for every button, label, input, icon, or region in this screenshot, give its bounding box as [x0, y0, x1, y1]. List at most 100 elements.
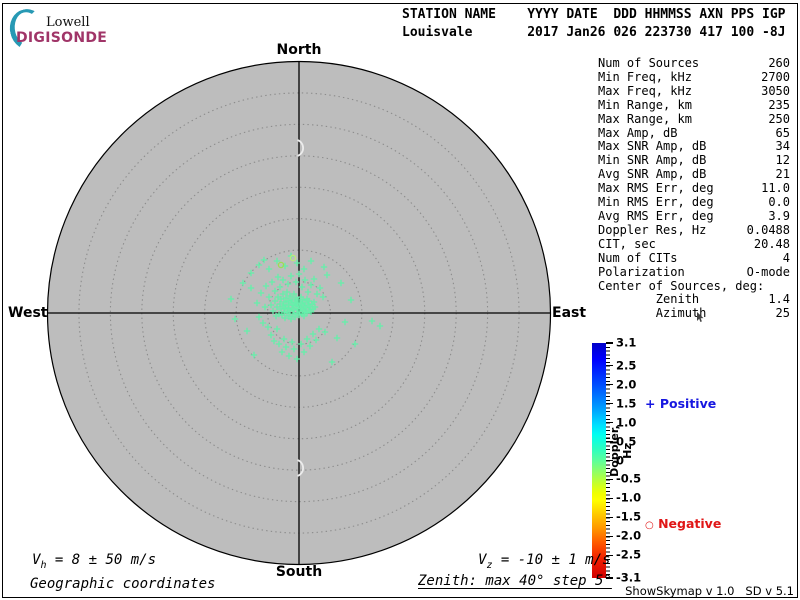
stat-value: 3.9 [768, 208, 790, 223]
stat-label: Polarization [598, 264, 685, 279]
stat-label: Azimuth [598, 306, 707, 321]
stat-label: Max Freq, kHz [598, 83, 692, 98]
stat-value: 12 [775, 153, 790, 168]
colorbar-tick-label: -2.0 [616, 529, 642, 544]
stat-row-18: Azimuth 25 [598, 306, 790, 321]
colorbar-tick [606, 516, 613, 519]
stat-label: Avg SNR Amp, dB [598, 167, 707, 182]
colorbar-gradient [592, 343, 606, 578]
vh-value: = 8 ± 50 m/s [46, 552, 157, 568]
colorbar-axis-title: Doppler, Hz [608, 425, 634, 477]
stat-row-11: Avg RMS Err, deg 3.9 [598, 208, 790, 224]
header-values-row: Louisvale 2017 Jan26 026 223730 417 100 … [402, 25, 786, 40]
colorbar-tick-label: -2.5 [616, 547, 642, 562]
circle-marker-icon: ○ [645, 520, 654, 531]
stat-row-4: Max Range, km 250 [598, 111, 790, 127]
stat-row-15: Polarization O-mode [598, 264, 790, 280]
stat-label: Doppler Res, Hz [598, 222, 707, 237]
stat-value: 0.0488 [746, 222, 790, 237]
stat-label: Num of Sources [598, 56, 700, 70]
colorbar-tick [606, 342, 613, 344]
stat-label: Center of Sources, deg: [598, 278, 765, 293]
stat-label: Min Range, km [598, 97, 692, 112]
stat-label: Zenith [598, 292, 700, 307]
stat-row-16: Center of Sources, deg: [598, 278, 790, 294]
logo-digisonde-text: DIGISONDE [16, 30, 108, 46]
stat-value: 235 [768, 97, 790, 112]
colorbar-tick-label: -1.0 [616, 491, 642, 506]
stat-row-8: Avg SNR Amp, dB 21 [598, 167, 790, 182]
stat-label: Max Range, km [598, 111, 692, 126]
positive-doppler-legend: + Positive [645, 396, 716, 411]
stat-row-6: Max SNR Amp, dB 34 [598, 140, 790, 154]
vertical-velocity-readout: Vz = -10 ± 1 m/s [478, 552, 610, 571]
zenith-scale-note: Zenith: max 40° step 5° [418, 573, 612, 589]
colorbar-tick-label: -3.1 [616, 570, 642, 585]
compass-east-label: East [552, 305, 587, 321]
stat-value: 1.4 [768, 292, 790, 307]
stat-value: 65 [775, 125, 790, 140]
logo-lowell-text: Lowell [46, 15, 90, 30]
colorbar-tick [606, 383, 613, 386]
stat-row-5: Max Amp, dB 65 [598, 125, 790, 141]
stat-row-3: Min Range, km 235 [598, 97, 790, 113]
stat-label: CIT, sec [598, 236, 656, 251]
digisonde-logo: Lowell DIGISONDE [5, 5, 128, 54]
stat-label: Max RMS Err, deg [598, 181, 714, 196]
stat-value: 20.48 [753, 236, 790, 251]
colorbar-tick [606, 365, 613, 367]
stat-value: 21 [775, 167, 790, 182]
station-header: STATION NAME YYYY DATE DDD HHMMSS AXN PP… [402, 6, 786, 42]
stat-row-2: Max Freq, kHz 3050 [598, 83, 790, 99]
plus-marker-icon: + [645, 396, 656, 411]
stat-row-0: Num of Sources 260 [598, 56, 790, 71]
stat-row-1: Min Freq, kHz 2700 [598, 69, 790, 85]
compass-south-label: South [275, 564, 323, 580]
stat-row-7: Min SNR Amp, dB 12 [598, 153, 790, 168]
header-columns-row: STATION NAME YYYY DATE DDD HHMMSS AXN PP… [402, 7, 786, 22]
stat-label: Avg RMS Err, deg [598, 208, 714, 223]
stat-value: 2700 [761, 69, 790, 84]
stat-row-13: CIT, sec 20.48 [598, 236, 790, 252]
stat-label: Min Freq, kHz [598, 69, 692, 84]
stat-label: Num of CITs [598, 250, 678, 265]
stat-row-9: Max RMS Err, deg 11.0 [598, 181, 790, 196]
stat-value: 4 [782, 250, 790, 265]
stat-value: 260 [768, 56, 790, 70]
coordinate-system-label: Geographic coordinates [30, 576, 216, 592]
horizontal-velocity-readout: Vh = 8 ± 50 m/s [32, 552, 156, 571]
stat-row-17: Zenith 1.4 [598, 293, 790, 307]
positive-label: Positive [659, 396, 717, 411]
doppler-colorbar: 3.1 2.5 2.0 1.5 1.0 0.5 0 -0.5 -1.0 -1.5 -2.0 -2.5-… [592, 336, 682, 585]
stat-value: 250 [768, 111, 790, 126]
compass-west-label: West [8, 305, 48, 321]
software-version-label: ShowSkymap v 1.0 SD v 5.1 [625, 584, 794, 598]
stat-value: O-mode [746, 264, 790, 279]
colorbar-tick [606, 402, 613, 405]
measurement-stats-panel: Num of Sources 260 Min Freq, kHz 2700 Max Fr… [598, 56, 790, 321]
colorbar-tick-label: 1.5 [616, 396, 637, 411]
stat-label: Min SNR Amp, dB [598, 153, 707, 168]
stat-value: 25 [775, 306, 790, 321]
negative-label: Negative [658, 516, 722, 531]
vz-value: = -10 ± 1 m/s [492, 552, 611, 568]
stat-label: Max SNR Amp, dB [598, 139, 707, 154]
negative-doppler-legend: ○ Negative [645, 516, 721, 531]
compass-north-label: North [276, 42, 322, 58]
mouse-cursor-icon [697, 312, 704, 322]
stat-label: Max Amp, dB [598, 125, 678, 140]
stat-row-14: Num of CITs 4 [598, 250, 790, 266]
stat-value: 34 [775, 139, 790, 154]
stat-row-10: Min RMS Err, deg 0.0 [598, 195, 790, 210]
stat-row-12: Doppler Res, Hz 0.0488 [598, 222, 790, 238]
colorbar-tick [606, 535, 613, 537]
colorbar-tick [606, 497, 613, 500]
colorbar-tick-label: 3.1 [616, 335, 637, 350]
stat-value: 11.0 [761, 181, 790, 196]
stat-value: 3050 [761, 83, 790, 98]
colorbar-tick-label: -1.5 [616, 510, 642, 525]
colorbar-tick-label: 2.5 [616, 358, 637, 373]
stat-label: Min RMS Err, deg [598, 195, 714, 210]
colorbar-tick-label: 2.0 [616, 377, 637, 392]
stat-value: 0.0 [768, 195, 790, 210]
